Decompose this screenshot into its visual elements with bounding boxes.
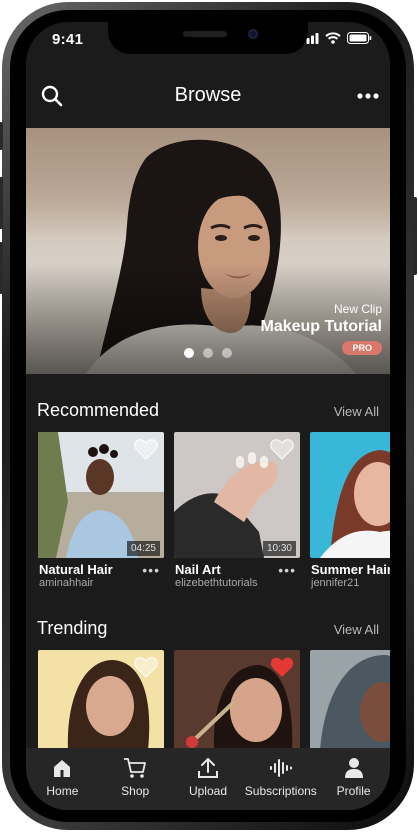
video-title: Summer Hair xyxy=(311,562,390,577)
video-card[interactable]: Summer Hair jennifer21 xyxy=(310,432,390,592)
status-icons xyxy=(302,32,372,44)
tab-upload[interactable]: Upload xyxy=(172,748,245,810)
subscriptions-icon xyxy=(269,759,292,777)
heart-icon[interactable] xyxy=(134,438,158,460)
carousel-dot-2[interactable] xyxy=(203,348,213,358)
home-icon xyxy=(54,760,71,777)
tab-home[interactable]: Home xyxy=(26,748,99,810)
notch xyxy=(108,22,308,54)
video-thumbnail[interactable] xyxy=(174,650,300,750)
trending-view-all-link[interactable]: View All xyxy=(334,622,379,637)
card-more-button[interactable]: ••• xyxy=(142,562,160,578)
video-channel[interactable]: jennifer21 xyxy=(311,577,359,589)
ellipsis-icon xyxy=(357,93,379,99)
wifi-icon xyxy=(325,32,341,44)
video-card[interactable] xyxy=(310,650,390,750)
header: Browse xyxy=(26,80,390,116)
heart-filled-icon[interactable] xyxy=(270,656,294,678)
carousel-dot-3[interactable] xyxy=(222,348,232,358)
volume-down-button xyxy=(0,242,3,294)
video-channel[interactable]: elizebethtutorials xyxy=(175,577,258,589)
tab-label: Profile xyxy=(336,784,371,798)
video-thumbnail[interactable]: 04:25 xyxy=(38,432,164,558)
trending-header: Trending View All xyxy=(37,618,379,642)
tab-label: Shop xyxy=(121,784,150,798)
recommended-title: Recommended xyxy=(37,400,160,420)
more-options-button[interactable] xyxy=(354,82,382,110)
status-time: 9:41 xyxy=(52,31,84,48)
trending-title: Trending xyxy=(37,618,108,638)
video-card[interactable] xyxy=(174,650,300,750)
speaker xyxy=(183,31,227,37)
hero-banner[interactable]: New Clip Makeup Tutorial PRO xyxy=(26,128,390,374)
cart-icon xyxy=(124,758,147,778)
video-thumbnail[interactable] xyxy=(310,432,390,558)
tab-label: Subscriptions xyxy=(244,784,317,798)
hero-subtitle: New Clip xyxy=(333,302,382,316)
video-duration: 04:25 xyxy=(126,541,160,556)
page-title: Browse xyxy=(174,84,242,106)
tab-shop[interactable]: Shop xyxy=(99,748,172,810)
thumbnail-image xyxy=(310,432,390,558)
video-card[interactable] xyxy=(38,650,164,750)
front-camera xyxy=(248,29,258,39)
video-title: Natural Hair xyxy=(39,562,113,577)
video-channel[interactable]: aminahhair xyxy=(39,577,93,589)
video-thumbnail[interactable] xyxy=(38,650,164,750)
carousel-dot-1[interactable] xyxy=(184,348,194,358)
video-card[interactable]: 04:25 Natural Hair aminahhair ••• xyxy=(38,432,164,592)
carousel-dots xyxy=(26,348,390,358)
video-thumbnail[interactable] xyxy=(310,650,390,750)
recommended-view-all-link[interactable]: View All xyxy=(334,404,379,419)
battery-icon xyxy=(347,32,372,44)
hero-title: Makeup Tutorial xyxy=(260,318,383,335)
thumbnail-image xyxy=(310,650,390,750)
app-screen: 9:41 Browse New Clip Makeup Tutorial PRO… xyxy=(26,22,390,810)
heart-icon[interactable] xyxy=(134,656,158,678)
trending-row xyxy=(38,650,390,750)
tab-label: Home xyxy=(46,784,79,798)
recommended-row: 04:25 Natural Hair aminahhair ••• 10:30 … xyxy=(38,432,390,592)
power-button xyxy=(413,197,417,275)
tab-subscriptions[interactable]: Subscriptions xyxy=(244,748,317,810)
video-duration: 10:30 xyxy=(262,541,296,556)
recommended-header: Recommended View All xyxy=(37,400,379,424)
mute-switch xyxy=(0,122,3,150)
heart-icon[interactable] xyxy=(270,438,294,460)
video-title: Nail Art xyxy=(175,562,221,577)
volume-up-button xyxy=(0,177,3,229)
tab-label: Upload xyxy=(188,784,227,798)
card-more-button[interactable]: ••• xyxy=(278,562,296,578)
tab-bar: Home Shop Upload Subscriptions Profile xyxy=(26,748,390,810)
video-card[interactable]: 10:30 Nail Art elizebethtutorials ••• xyxy=(174,432,300,592)
video-thumbnail[interactable]: 10:30 xyxy=(174,432,300,558)
profile-icon xyxy=(344,758,363,778)
upload-icon xyxy=(197,758,218,778)
tab-profile[interactable]: Profile xyxy=(317,748,390,810)
